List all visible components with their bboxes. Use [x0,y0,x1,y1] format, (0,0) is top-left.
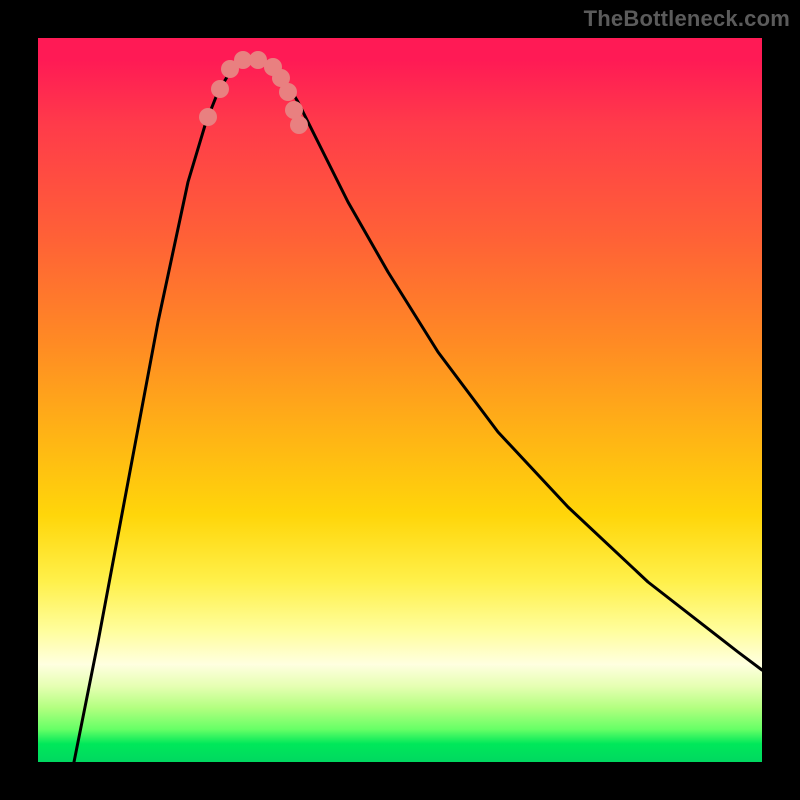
bottleneck-curve [74,60,762,762]
chart-frame: TheBottleneck.com [0,0,800,800]
sweet-spot-dots [199,51,308,134]
watermark-text: TheBottleneck.com [584,6,790,32]
curve-layer [38,38,762,762]
plot-area [38,38,762,762]
